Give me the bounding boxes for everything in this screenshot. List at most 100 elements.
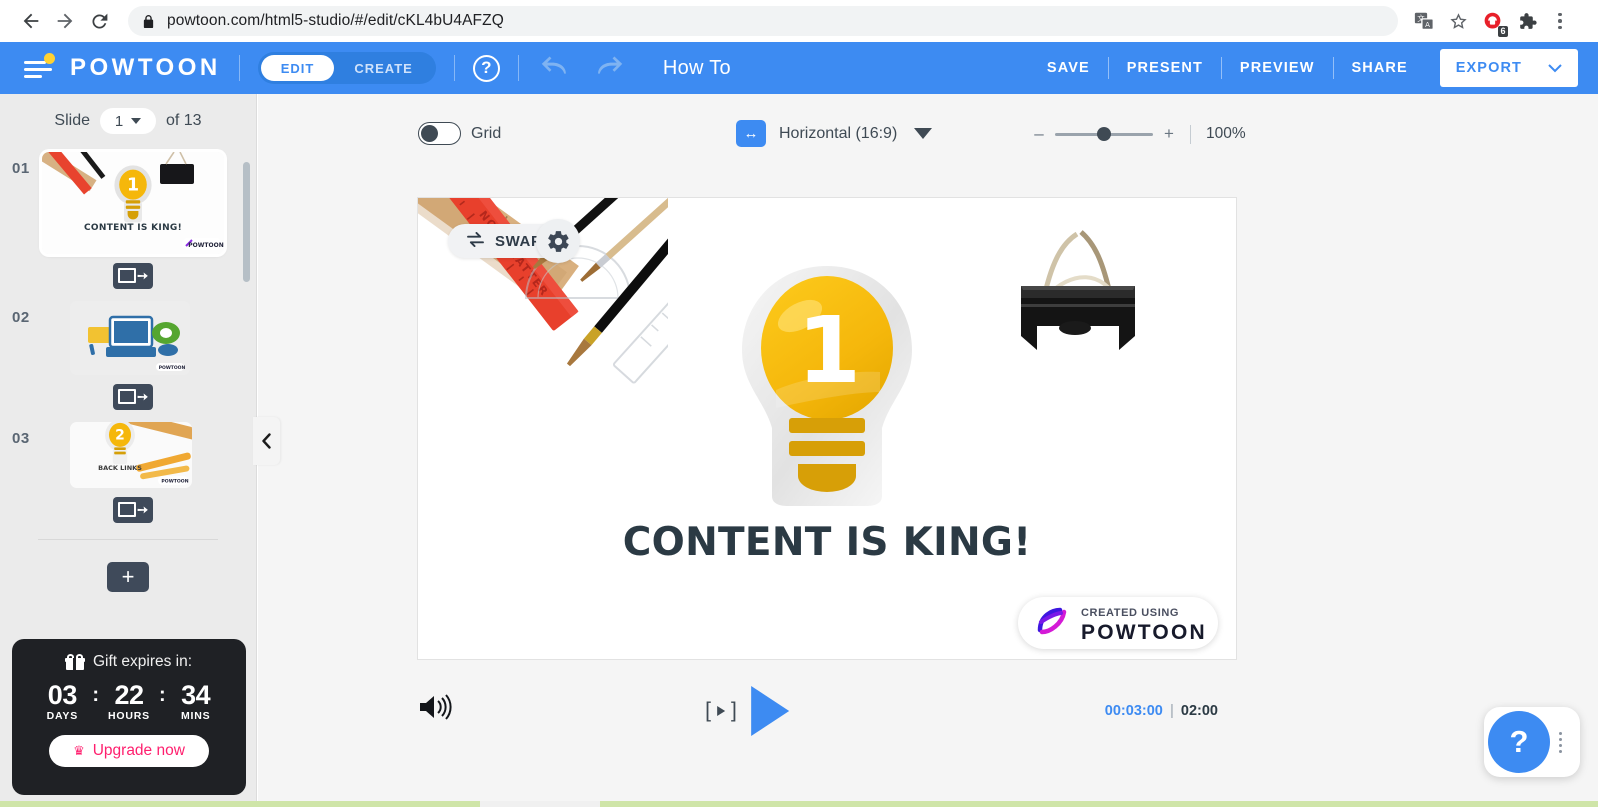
list-item[interactable]: 03 2 BACK LINKS POWTOON [0, 422, 256, 488]
help-more-icon[interactable] [1559, 731, 1562, 753]
svg-text:POWTOON: POWTOON [161, 479, 188, 485]
export-label: EXPORT [1455, 60, 1522, 76]
list-item[interactable]: 02 POWTOON [0, 301, 256, 375]
chevron-down-icon [1548, 63, 1562, 72]
header-divider-1 [238, 55, 240, 81]
transition-button[interactable] [113, 384, 153, 410]
canvas-title-text[interactable]: CONTENT IS KING! [418, 520, 1236, 565]
slides-list[interactable]: 01 1 CONTENT IS KING! POWTOON ➙ 02 POWTO… [0, 148, 256, 618]
slide-number-dropdown[interactable]: 1 [99, 108, 156, 134]
add-slide-button[interactable]: + [107, 562, 149, 592]
help-widget[interactable]: ? [1484, 707, 1580, 777]
slide-thumbnail-2[interactable]: POWTOON [70, 301, 190, 375]
header-actions: SAVE PRESENT PREVIEW SHARE EXPORT [1029, 42, 1598, 94]
svg-text:POWTOON: POWTOON [188, 242, 223, 249]
slide-index-label: 03 [12, 430, 30, 447]
edit-create-toggle[interactable]: EDIT CREATE [257, 52, 436, 84]
url-text: powtoon.com/html5-studio/#/edit/cKL4bU4A… [167, 12, 504, 29]
zoom-in-button[interactable]: + [1163, 124, 1175, 144]
browser-back-button[interactable] [14, 4, 48, 38]
preview-button[interactable]: PREVIEW [1222, 60, 1333, 76]
slide-thumbnail-1[interactable]: 1 CONTENT IS KING! POWTOON [42, 152, 224, 254]
transition-control-3[interactable] [42, 497, 224, 523]
countdown-hours-value: 22 [114, 680, 144, 710]
extensions-puzzle-icon[interactable] [1510, 5, 1542, 37]
editor-main: Grid ↔ Horizontal (16:9) – + 100% SWAP 1… [258, 94, 1598, 807]
crown-icon: ♛ [73, 743, 85, 758]
slide-index-label: 01 [12, 160, 30, 177]
chevron-down-icon [914, 128, 933, 139]
chrome-menu-icon[interactable] [1544, 5, 1576, 37]
extension-badge-icon[interactable]: 6 [1476, 5, 1508, 37]
help-icon[interactable]: ? [472, 54, 500, 82]
list-item[interactable]: 01 1 CONTENT IS KING! POWTOON [0, 152, 256, 254]
aspect-ratio-label: Horizontal (16:9) [779, 124, 898, 142]
zoom-slider-handle[interactable] [1097, 127, 1111, 141]
slide-canvas[interactable]: NON-SHATTER [418, 198, 1236, 659]
step-forward-button[interactable]: [ ] [705, 699, 737, 723]
transition-button[interactable] [113, 497, 153, 523]
play-button[interactable] [750, 686, 789, 736]
gift-title-row: Gift expires in: [12, 653, 246, 671]
volume-icon[interactable] [418, 692, 452, 727]
svg-text:1: 1 [127, 176, 139, 196]
header-divider-3 [517, 55, 519, 81]
lightbulb-graphic[interactable]: 1 [732, 260, 922, 515]
thumbnail-art: 1 CONTENT IS KING! POWTOON [42, 152, 224, 254]
address-bar[interactable]: powtoon.com/html5-studio/#/edit/cKL4bU4A… [128, 6, 1398, 36]
slide-word-label: Slide [54, 112, 90, 129]
slide-thumbnail-3[interactable]: 2 BACK LINKS POWTOON [70, 422, 192, 488]
save-button[interactable]: SAVE [1029, 60, 1108, 76]
transition-button[interactable] [113, 263, 153, 289]
translate-icon[interactable]: 文A [1408, 5, 1440, 37]
app-header: POWTOON EDIT CREATE ? How To SAVE PRESEN… [0, 42, 1598, 94]
menu-hamburger-icon[interactable] [24, 53, 55, 79]
playback-controls: [ ] [705, 686, 789, 736]
browser-toolbar: powtoon.com/html5-studio/#/edit/cKL4bU4A… [0, 0, 1598, 42]
slide-index-label: 02 [12, 309, 30, 326]
sidebar-scrollbar[interactable] [243, 162, 250, 282]
horizontal-arrows-icon: ↔ [736, 120, 766, 147]
step-bracket-left: [ [705, 699, 711, 722]
thumbnail-art: 2 BACK LINKS POWTOON [70, 422, 192, 488]
browser-reload-button[interactable] [82, 4, 116, 38]
browser-forward-button[interactable] [48, 4, 82, 38]
zoom-out-button[interactable]: – [1033, 124, 1045, 144]
current-time: 00:03:00 [1104, 703, 1163, 719]
sidebar-collapse-button[interactable] [253, 417, 280, 465]
chevron-left-icon [262, 433, 271, 449]
zoom-slider[interactable] [1055, 127, 1153, 141]
total-time: 02:00 [1180, 703, 1218, 719]
grid-toggle[interactable]: Grid [418, 122, 501, 145]
upgrade-now-button[interactable]: ♛ Upgrade now [49, 735, 209, 767]
transition-control-1[interactable] [42, 263, 224, 289]
tab-edit[interactable]: EDIT [260, 55, 335, 81]
svg-text:A: A [1425, 21, 1430, 29]
bookmark-star-icon[interactable] [1442, 5, 1474, 37]
countdown-days-value: 03 [47, 680, 78, 710]
share-button[interactable]: SHARE [1334, 60, 1426, 76]
powtoon-mark-icon [1034, 604, 1070, 643]
export-button[interactable]: EXPORT [1439, 49, 1578, 87]
grid-label: Grid [471, 124, 502, 142]
watermark-main-label: POWTOON [1081, 620, 1207, 644]
undo-icon[interactable] [537, 53, 571, 84]
settings-gear-icon[interactable] [536, 219, 580, 263]
canvas-toolbar: Grid ↔ Horizontal (16:9) – + 100% [258, 94, 1598, 148]
document-title[interactable]: How To [663, 57, 731, 80]
notification-dot [44, 53, 55, 64]
time-separator: | [1169, 703, 1174, 719]
grid-toggle-switch[interactable] [418, 122, 461, 145]
bulb-number: 1 [797, 297, 861, 404]
present-button[interactable]: PRESENT [1109, 60, 1221, 76]
watermark-top-label: CREATED USING [1081, 606, 1180, 619]
powtoon-logo[interactable]: POWTOON [70, 54, 221, 82]
redo-icon[interactable] [593, 53, 627, 84]
transition-control-2[interactable] [42, 384, 224, 410]
countdown-colon: : [92, 684, 99, 706]
binder-clip-graphic[interactable] [999, 228, 1154, 363]
time-display: 00:03:00 | 02:00 [1105, 703, 1218, 719]
help-fab-button[interactable]: ? [1488, 711, 1550, 773]
aspect-ratio-dropdown[interactable]: ↔ Horizontal (16:9) [736, 120, 933, 147]
tab-create[interactable]: CREATE [334, 55, 432, 81]
